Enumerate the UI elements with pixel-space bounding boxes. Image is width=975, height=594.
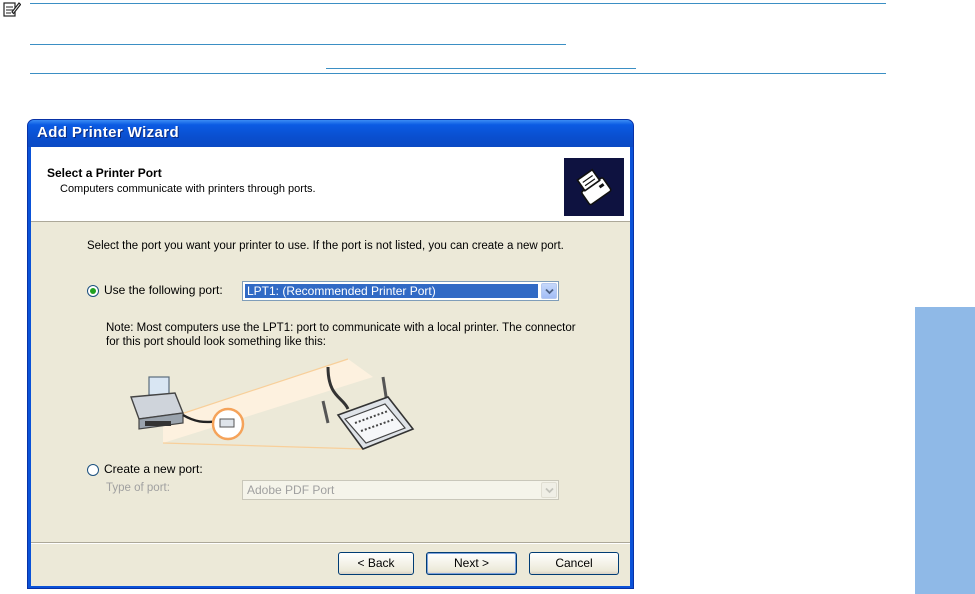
rule-line <box>326 68 636 69</box>
rule-line <box>30 3 886 4</box>
note-text: Note: Most computers use the LPT1: port … <box>106 322 576 348</box>
create-port-radio[interactable] <box>87 464 99 476</box>
use-port-label[interactable]: Use the following port: <box>104 283 223 297</box>
intro-text: Select the port you want your printer to… <box>87 240 564 252</box>
port-type-dropdown-button[interactable] <box>541 482 557 498</box>
side-tab <box>915 307 975 594</box>
port-type-label: Type of port: <box>106 482 170 494</box>
create-port-label[interactable]: Create a new port: <box>104 462 203 476</box>
port-type-select[interactable]: Adobe PDF Port <box>242 480 559 500</box>
printer-wizard-icon <box>564 158 624 216</box>
use-port-radio[interactable] <box>87 285 99 297</box>
window-title: Add Printer Wizard <box>37 124 180 141</box>
back-button[interactable]: < Back <box>338 552 414 575</box>
rule-line <box>30 44 566 45</box>
cancel-button[interactable]: Cancel <box>529 552 619 575</box>
title-bar[interactable]: Add Printer Wizard <box>28 120 633 147</box>
wizard-header: Select a Printer Port Computers communic… <box>31 147 630 222</box>
add-printer-wizard-window: Add Printer Wizard Select a Printer Port… <box>27 119 634 589</box>
next-button[interactable]: Next > <box>426 552 517 575</box>
port-dropdown-button[interactable] <box>541 283 557 299</box>
page-subtitle: Computers communicate with printers thro… <box>60 183 316 195</box>
parallel-port-illustration <box>130 358 415 450</box>
note-icon <box>3 2 21 17</box>
printer-icon <box>130 376 220 430</box>
port-select-value: LPT1: (Recommended Printer Port) <box>245 284 538 298</box>
chevron-down-icon <box>545 288 554 295</box>
wizard-client-area: Select a Printer Port Computers communic… <box>31 147 630 586</box>
footer-separator <box>31 542 630 543</box>
rule-line <box>30 73 886 74</box>
chevron-down-icon <box>545 487 554 494</box>
port-type-value: Adobe PDF Port <box>247 483 335 497</box>
port-select[interactable]: LPT1: (Recommended Printer Port) <box>242 281 559 301</box>
page-title: Select a Printer Port <box>47 166 162 180</box>
